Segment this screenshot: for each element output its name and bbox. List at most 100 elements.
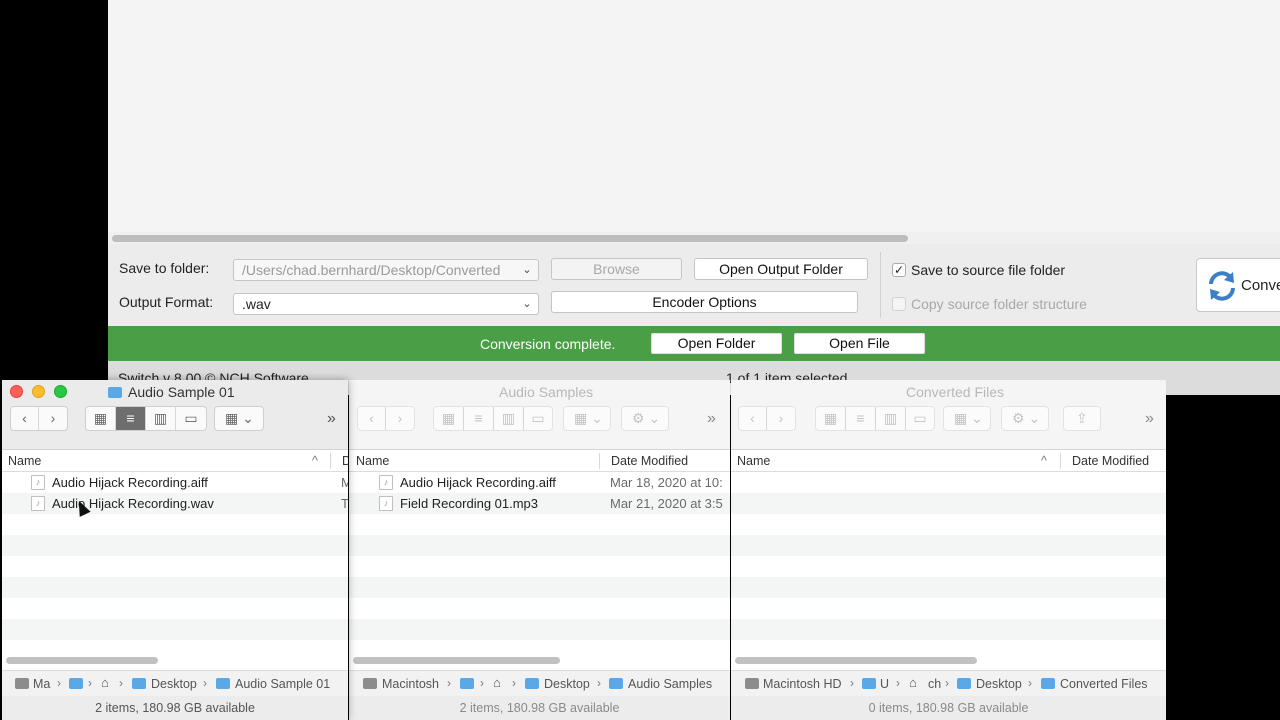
view-mode-buttons[interactable]: ▦ ≡ ▥ ▭ bbox=[815, 406, 935, 431]
back-forward-buttons[interactable]: ‹ › bbox=[357, 406, 415, 431]
path-crumb[interactable]: Audio Sample 01 bbox=[235, 677, 330, 691]
audio-file-icon: ♪ bbox=[31, 496, 45, 511]
back-button[interactable]: ‹ bbox=[739, 407, 767, 430]
zoom-button[interactable] bbox=[54, 385, 67, 398]
toolbar-overflow-icon[interactable]: » bbox=[1145, 410, 1154, 428]
audio-file-icon: ♪ bbox=[31, 475, 45, 490]
icon-view-button[interactable]: ▦ bbox=[86, 407, 116, 430]
finder-titlebar[interactable]: Audio Samples ‹ › ▦ ≡ ▥ ▭ ▦ ⌄ ⚙ ⌄ » bbox=[349, 380, 730, 450]
path-crumb[interactable]: Audio Samples bbox=[628, 677, 712, 691]
group-button[interactable]: ▦ ⌄ bbox=[563, 406, 611, 431]
icon-view-button[interactable]: ▦ bbox=[434, 407, 464, 430]
file-list: ♪ Audio Hijack Recording.aiff M ♪ Audio … bbox=[2, 472, 348, 672]
toolbar-overflow-icon[interactable]: » bbox=[707, 410, 716, 428]
encoder-options-button[interactable]: Encoder Options bbox=[551, 291, 858, 313]
path-crumb[interactable]: Macintosh HD bbox=[763, 677, 842, 691]
minimize-button[interactable] bbox=[32, 385, 45, 398]
name-column-header[interactable]: Name bbox=[737, 454, 770, 468]
list-view-button[interactable]: ≡ bbox=[116, 407, 146, 430]
path-crumb[interactable]: Desktop bbox=[151, 677, 197, 691]
name-column-header[interactable]: Name bbox=[8, 454, 41, 468]
list-item[interactable]: ♪ Audio Hijack Recording.wav T bbox=[2, 493, 348, 514]
path-separator-icon: › bbox=[480, 676, 484, 690]
gallery-view-button[interactable]: ▭ bbox=[524, 407, 552, 430]
list-item bbox=[349, 556, 730, 577]
forward-button[interactable]: › bbox=[386, 407, 414, 430]
file-list-scroll-thumb[interactable] bbox=[112, 235, 908, 242]
file-name: Audio Hijack Recording.aiff bbox=[52, 475, 208, 490]
path-crumb[interactable]: Desktop bbox=[544, 677, 590, 691]
list-view-button[interactable]: ≡ bbox=[846, 407, 876, 430]
horizontal-scrollbar[interactable] bbox=[735, 657, 977, 664]
path-separator-icon: › bbox=[1028, 676, 1032, 690]
path-crumb[interactable]: ch bbox=[928, 677, 941, 691]
group-button[interactable]: ▦ ⌄ bbox=[214, 406, 264, 431]
path-crumb[interactable]: Desktop bbox=[976, 677, 1022, 691]
user-folder-icon[interactable] bbox=[460, 678, 474, 689]
action-button[interactable]: ⚙ ⌄ bbox=[621, 406, 669, 431]
list-icon: ≡ bbox=[126, 410, 135, 426]
view-mode-buttons[interactable]: ▦ ≡ ▥ ▭ bbox=[85, 406, 207, 431]
column-separator[interactable] bbox=[1060, 453, 1061, 469]
close-button[interactable] bbox=[10, 385, 23, 398]
gallery-view-button[interactable]: ▭ bbox=[176, 407, 206, 430]
date-column-header[interactable]: D bbox=[342, 454, 348, 468]
open-output-folder-button[interactable]: Open Output Folder bbox=[694, 258, 868, 280]
path-separator-icon: › bbox=[512, 676, 516, 690]
column-separator[interactable] bbox=[330, 453, 331, 469]
date-column-header[interactable]: Date Modified bbox=[611, 454, 688, 468]
group-button[interactable]: ▦ ⌄ bbox=[943, 406, 991, 431]
finder-status: 2 items, 180.98 GB available bbox=[349, 696, 730, 720]
save-to-folder-select[interactable]: /Users/chad.bernhard/Desktop/Converted ⌄ bbox=[233, 259, 539, 281]
path-crumb[interactable]: Macintosh bbox=[382, 677, 439, 691]
browse-button[interactable]: Browse bbox=[551, 258, 682, 280]
back-button[interactable]: ‹ bbox=[358, 407, 386, 430]
back-forward-buttons[interactable]: ‹ › bbox=[10, 406, 68, 431]
column-header: Name ^ Date Modified bbox=[731, 450, 1166, 472]
user-folder-icon[interactable] bbox=[69, 678, 83, 689]
list-item bbox=[731, 535, 1166, 556]
open-folder-button[interactable]: Open Folder bbox=[651, 333, 782, 354]
column-view-button[interactable]: ▥ bbox=[494, 407, 524, 430]
icon-view-button[interactable]: ▦ bbox=[816, 407, 846, 430]
home-icon[interactable]: ⌂ bbox=[101, 675, 115, 690]
toolbar-overflow-icon[interactable]: » bbox=[327, 410, 336, 428]
horizontal-scrollbar[interactable] bbox=[353, 657, 560, 664]
date-column-header[interactable]: Date Modified bbox=[1072, 454, 1149, 468]
copy-structure-checkbox[interactable] bbox=[892, 297, 906, 311]
finder-titlebar[interactable]: Converted Files ‹ › ▦ ≡ ▥ ▭ ▦ ⌄ ⚙ ⌄ ⇪ » bbox=[731, 380, 1166, 450]
path-crumb[interactable]: Ma bbox=[33, 677, 50, 691]
output-format-select[interactable]: .wav ⌄ bbox=[233, 293, 539, 315]
conversion-status-text: Conversion complete. bbox=[480, 336, 616, 352]
save-to-source-checkbox[interactable]: ✓ bbox=[892, 263, 906, 277]
back-icon: ‹ bbox=[369, 410, 374, 426]
home-icon[interactable]: ⌂ bbox=[493, 675, 507, 690]
finder-status: 2 items, 180.98 GB available bbox=[2, 696, 348, 720]
gallery-view-button[interactable]: ▭ bbox=[906, 407, 934, 430]
column-view-button[interactable]: ▥ bbox=[876, 407, 906, 430]
column-separator[interactable] bbox=[599, 453, 600, 469]
disk-icon bbox=[363, 678, 377, 689]
list-view-button[interactable]: ≡ bbox=[464, 407, 494, 430]
view-mode-buttons[interactable]: ▦ ≡ ▥ ▭ bbox=[433, 406, 553, 431]
open-file-button[interactable]: Open File bbox=[794, 333, 925, 354]
sort-ascending-icon: ^ bbox=[312, 454, 318, 468]
share-icon: ⇪ bbox=[1076, 410, 1088, 426]
convert-button[interactable]: Convert bbox=[1196, 258, 1280, 312]
share-button[interactable]: ⇪ bbox=[1063, 406, 1101, 431]
forward-button[interactable]: › bbox=[39, 407, 67, 430]
column-view-button[interactable]: ▥ bbox=[146, 407, 176, 430]
path-crumb[interactable]: Converted Files bbox=[1060, 677, 1148, 691]
finder-titlebar[interactable]: Audio Sample 01 ‹ › ▦ ≡ ▥ ▭ ▦ ⌄ » bbox=[2, 380, 348, 450]
forward-button[interactable]: › bbox=[767, 407, 795, 430]
back-forward-buttons[interactable]: ‹ › bbox=[738, 406, 796, 431]
list-item[interactable]: ♪ Audio Hijack Recording.aiff M bbox=[2, 472, 348, 493]
path-crumb[interactable]: U bbox=[880, 677, 889, 691]
conversion-file-list[interactable] bbox=[108, 0, 1280, 232]
back-button[interactable]: ‹ bbox=[11, 407, 39, 430]
horizontal-scrollbar[interactable] bbox=[6, 657, 158, 664]
list-item[interactable]: ♪ Audio Hijack Recording.aiff Mar 18, 20… bbox=[349, 472, 730, 493]
list-item[interactable]: ♪ Field Recording 01.mp3 Mar 21, 2020 at… bbox=[349, 493, 730, 514]
action-button[interactable]: ⚙ ⌄ bbox=[1001, 406, 1049, 431]
name-column-header[interactable]: Name bbox=[356, 454, 389, 468]
